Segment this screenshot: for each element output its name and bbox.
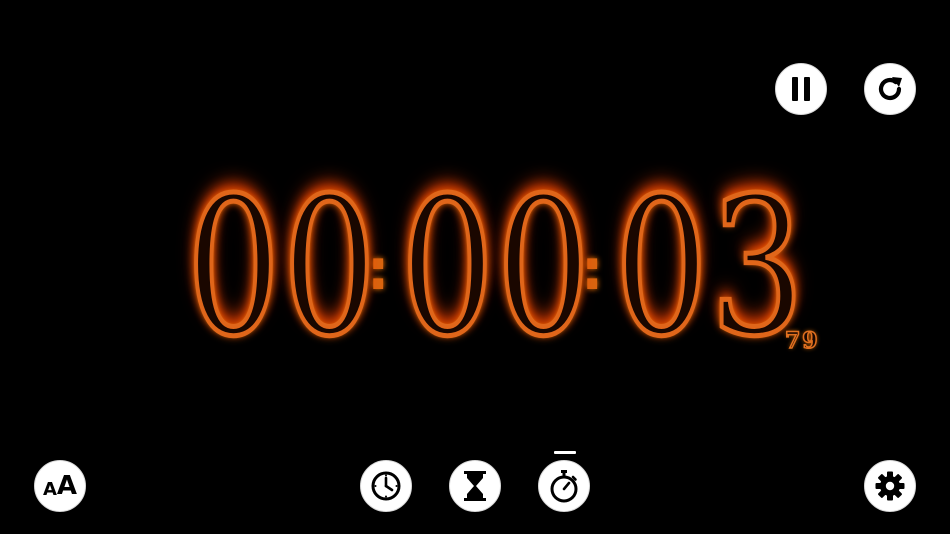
hourglass-icon [464,471,486,501]
gear-icon [875,471,905,501]
timer-mode-button[interactable] [449,460,501,512]
font-size-button[interactable]: A A [34,460,86,512]
pause-button[interactable] [775,63,827,115]
stopwatch-mode-button[interactable] [538,460,590,512]
reset-button[interactable] [864,63,916,115]
clock-icon [371,471,401,501]
minutes-ones-digit: 0 [494,156,592,378]
pause-icon [792,77,810,101]
app-screen: 0 0 : 0 0 : 0 3 79 A A [0,0,950,534]
hours-tens-digit: 0 [184,156,282,378]
active-mode-indicator [554,451,576,454]
stopwatch-display: 0 0 : 0 0 : 0 3 [175,170,806,365]
hours-ones-digit: 0 [280,156,378,378]
font-big-letter: A [56,471,78,501]
seconds-ones-digit: 3 [708,156,806,378]
hundredths-display: 79 [784,328,820,354]
settings-button[interactable] [864,460,916,512]
font-size-icon: A A [43,473,77,499]
clock-mode-button[interactable] [360,460,412,512]
font-small-letter: A [42,479,57,500]
stopwatch-icon [550,470,578,503]
seconds-tens-digit: 0 [612,156,710,378]
reload-icon [878,77,902,101]
minutes-tens-digit: 0 [398,156,496,378]
